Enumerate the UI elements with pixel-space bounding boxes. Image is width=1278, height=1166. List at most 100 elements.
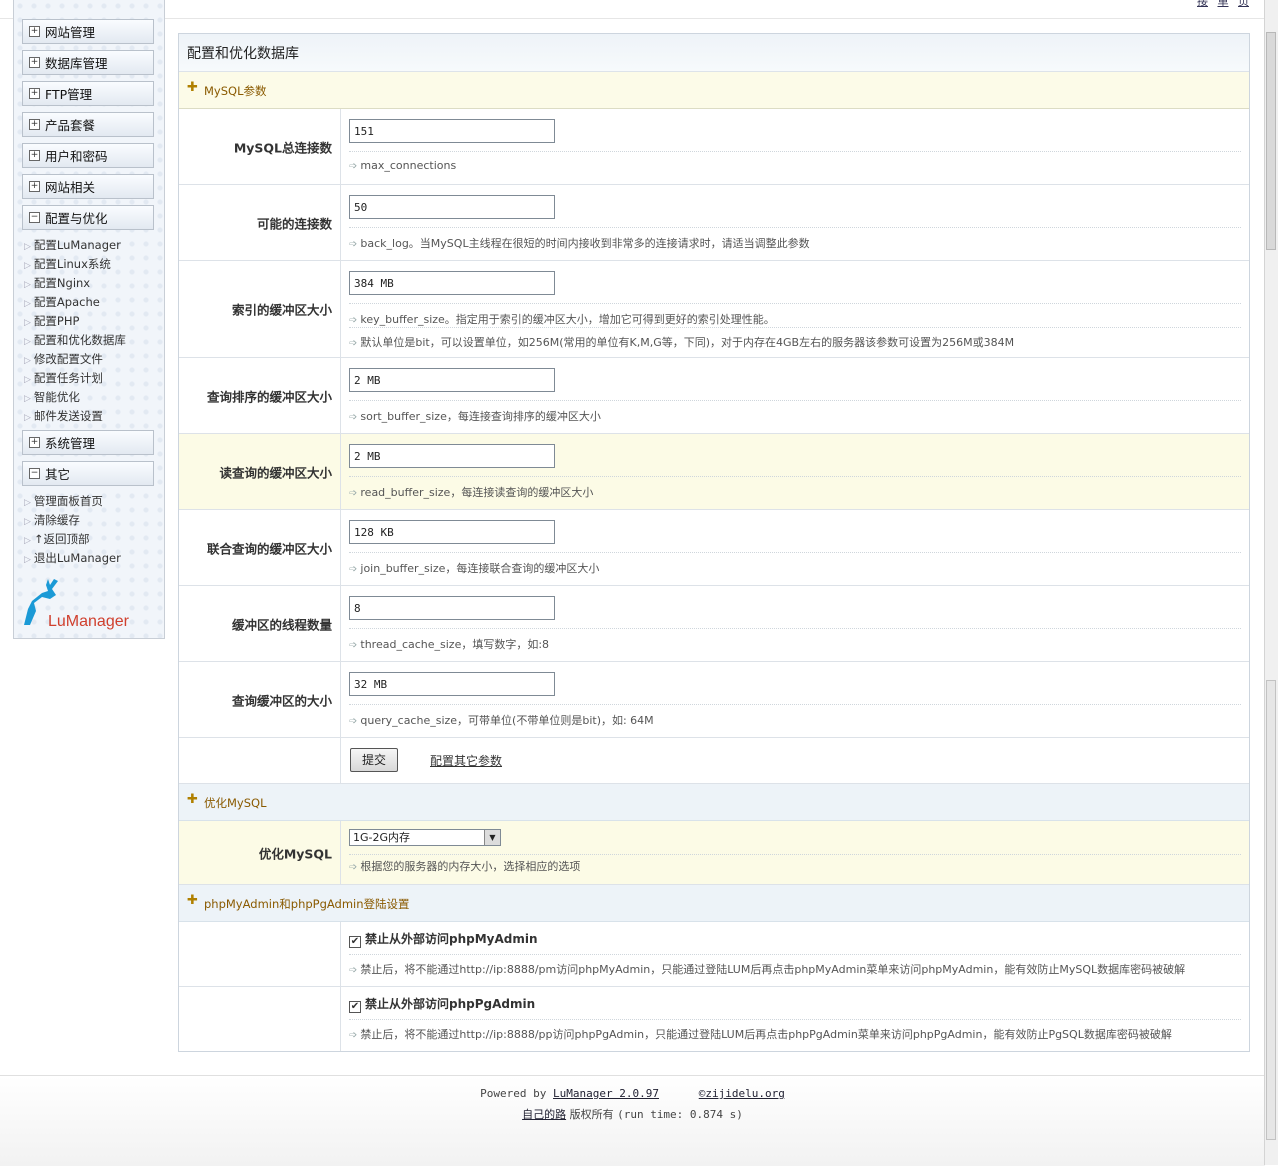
param-cell: 2 MB read_buffer_size，每连接读查询的缓冲区大小	[349, 434, 1241, 509]
param-hint: join_buffer_size，每连接联合查询的缓冲区大小	[349, 560, 599, 576]
menu-label: 网站相关	[45, 180, 96, 195]
sidebar-item-label: ↑返回顶部	[33, 532, 90, 546]
menu-label: 用户和密码	[45, 149, 108, 164]
sidebar-item-config-php[interactable]: ▷ 配置PHP	[24, 313, 79, 329]
sidebar-item-dashboard[interactable]: ▷ 管理面板首页	[24, 493, 103, 509]
section-phpadmin-login: ✚ phpMyAdmin和phpPgAdmin登陆设置	[179, 885, 1249, 922]
sidebar-item-edit-config[interactable]: ▷ 修改配置文件	[24, 351, 103, 367]
divider	[349, 954, 1241, 955]
param-label-text: 查询排序的缓冲区大小	[206, 389, 332, 404]
config-panel: 配置和优化数据库 ✚ MySQL参数 MySQL总连接数 151 max_con…	[178, 33, 1250, 1052]
sidebar-item-label: 退出LuManager	[33, 551, 121, 565]
phpmyadmin-checkbox[interactable]: ✔ 禁止从外部访问phpMyAdmin	[349, 930, 538, 948]
menu-label: 系统管理	[45, 436, 96, 451]
param-row: 索引的缓冲区大小 384 MB key_buffer_size。指定用于索引的缓…	[179, 261, 1249, 358]
chevron-down-icon[interactable]: ▼	[484, 830, 500, 845]
menu-ftp[interactable]: + FTP管理	[22, 81, 154, 106]
plus-icon: ✚	[187, 893, 198, 908]
query-cache-input[interactable]: 32 MB	[349, 672, 555, 696]
top-link-2[interactable]: 单	[1218, 0, 1229, 8]
param-cell: 50 back_log。当MySQL主线程在很短的时间内接收到非常多的连接请求时…	[349, 185, 1241, 260]
menu-products[interactable]: + 产品套餐	[22, 112, 154, 137]
sidebar-item-config-apache[interactable]: ▷ 配置Apache	[24, 294, 100, 310]
param-hint: thread_cache_size，填写数字，如:8	[349, 636, 549, 652]
sidebar-item-label: 配置Linux系统	[33, 257, 111, 271]
menu-system[interactable]: + 系统管理	[22, 430, 154, 455]
scroll-track-region[interactable]	[1266, 680, 1276, 1140]
menu-database[interactable]: + 数据库管理	[22, 50, 154, 75]
other-params-link[interactable]: 配置其它参数	[430, 752, 502, 769]
sidebar-item-mail-settings[interactable]: ▷ 邮件发送设置	[24, 408, 103, 424]
param-label: 优化MySQL	[179, 821, 341, 884]
sidebar-item-config-lumanager[interactable]: ▷ 配置LuManager	[24, 237, 121, 253]
sidebar-item-clear-cache[interactable]: ▷ 清除缓存	[24, 512, 80, 528]
runtime-text: (run time: 0.874 s)	[617, 1108, 743, 1121]
sidebar-item-back-top[interactable]: ▷ ↑返回顶部	[24, 531, 90, 547]
copyright-link[interactable]: ©zijidelu.org	[699, 1087, 785, 1100]
sidebar-item-config-nginx[interactable]: ▷ 配置Nginx	[24, 275, 90, 291]
join-buffer-input[interactable]: 128 KB	[349, 520, 555, 544]
submit-button[interactable]: 提交	[350, 748, 398, 772]
scroll-thumb[interactable]	[1266, 32, 1276, 250]
param-cell: 151 max_connections	[349, 109, 1241, 184]
back-log-input[interactable]: 50	[349, 195, 555, 219]
checkbox-checked-icon[interactable]: ✔	[349, 936, 361, 948]
arrow-icon: ▷	[24, 299, 31, 309]
param-cell: 1G-2G内存 ▼ 根据您的服务器的内存大小，选择相应的选项	[349, 821, 1241, 884]
thread-cache-input[interactable]: 8	[349, 596, 555, 620]
arrow-icon: ▷	[24, 356, 31, 366]
top-links: 接 单 页	[1191, 0, 1249, 9]
param-label: 联合查询的缓冲区大小	[179, 510, 341, 585]
param-cell: 8 thread_cache_size，填写数字，如:8	[349, 586, 1241, 661]
sidebar-item-config-linux[interactable]: ▷ 配置Linux系统	[24, 256, 111, 272]
empty-label	[179, 738, 341, 783]
param-hint: query_cache_size，可带单位(不带单位则是bit)，如: 64M	[349, 712, 653, 728]
owner-link[interactable]: 自己的路	[522, 1108, 566, 1121]
sidebar-item-cron[interactable]: ▷ 配置任务计划	[24, 370, 103, 386]
arrow-icon: ▷	[24, 394, 31, 404]
plus-icon: ✚	[187, 80, 198, 95]
section-label: MySQL参数	[204, 84, 267, 98]
param-label: MySQL总连接数	[179, 109, 341, 184]
page-title: 配置和优化数据库	[187, 46, 299, 62]
divider	[349, 151, 1241, 152]
menu-site-related[interactable]: + 网站相关	[22, 174, 154, 199]
arrow-icon: ▷	[24, 413, 31, 423]
menu-website[interactable]: + 网站管理	[22, 19, 154, 44]
menu-other[interactable]: − 其它	[22, 461, 154, 486]
expand-icon: +	[29, 26, 40, 37]
menu-users[interactable]: + 用户和密码	[22, 143, 154, 168]
sort-buffer-input[interactable]: 2 MB	[349, 368, 555, 392]
divider	[349, 854, 1241, 855]
sidebar-item-config-database[interactable]: ▷ 配置和优化数据库	[24, 332, 126, 348]
product-link[interactable]: LuManager 2.0.97	[553, 1087, 659, 1100]
sidebar-item-smart-optimize[interactable]: ▷ 智能优化	[24, 389, 80, 405]
max-connections-input[interactable]: 151	[349, 119, 555, 143]
top-link-1[interactable]: 接	[1197, 0, 1208, 8]
collapse-icon: −	[29, 212, 40, 223]
param-label: 可能的连接数	[179, 185, 341, 260]
submit-cell: 提交 配置其它参数	[349, 738, 1241, 783]
param-label-text: 联合查询的缓冲区大小	[206, 541, 332, 556]
phppgadmin-checkbox[interactable]: ✔ 禁止从外部访问phpPgAdmin	[349, 995, 535, 1013]
param-row: MySQL总连接数 151 max_connections	[179, 109, 1249, 185]
sidebar-item-logout[interactable]: ▷ 退出LuManager	[24, 550, 121, 566]
memory-select[interactable]: 1G-2G内存 ▼	[349, 829, 501, 846]
section-label: 优化MySQL	[204, 796, 267, 810]
menu-label: FTP管理	[45, 87, 93, 102]
param-label: 缓冲区的线程数量	[179, 586, 341, 661]
param-label-text: 优化MySQL	[258, 846, 332, 861]
top-link-3[interactable]: 页	[1238, 0, 1249, 8]
arrow-icon: ▷	[24, 375, 31, 385]
menu-config[interactable]: − 配置与优化	[22, 205, 154, 230]
footer-powered: Powered by LuManager 2.0.97 ©zijidelu.or…	[0, 1087, 1265, 1100]
param-row: 查询排序的缓冲区大小 2 MB sort_buffer_size，每连接查询排序…	[179, 358, 1249, 434]
checkbox-checked-icon[interactable]: ✔	[349, 1001, 361, 1013]
param-cell: 2 MB sort_buffer_size，每连接查询排序的缓冲区大小	[349, 358, 1241, 433]
key-buffer-input[interactable]: 384 MB	[349, 271, 555, 295]
divider	[349, 1019, 1241, 1020]
expand-icon: +	[29, 437, 40, 448]
page-scrollbar[interactable]	[1264, 0, 1278, 1165]
divider	[349, 227, 1241, 228]
read-buffer-input[interactable]: 2 MB	[349, 444, 555, 468]
